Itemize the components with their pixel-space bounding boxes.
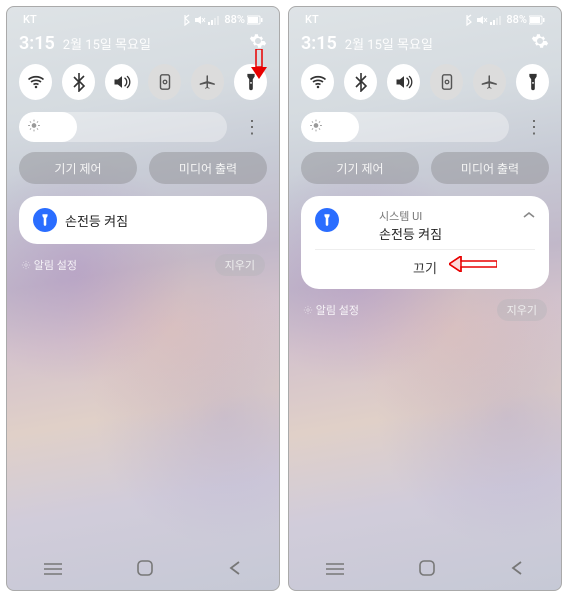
- notification-collapsed[interactable]: 손전등 켜짐: [19, 196, 267, 244]
- sound-toggle[interactable]: [387, 64, 420, 100]
- annotation-arrow-left: [449, 256, 497, 272]
- carrier-label: KT: [23, 13, 37, 26]
- bluetooth-toggle[interactable]: [62, 64, 95, 100]
- flashlight-notif-icon: [33, 208, 57, 232]
- wifi-icon: [26, 72, 46, 92]
- bluetooth-icon: [353, 72, 369, 92]
- notification-settings-button[interactable]: 알림 설정: [303, 302, 359, 318]
- notification-action-off[interactable]: 끄기: [315, 249, 535, 277]
- clock-time: 3:15: [19, 33, 55, 54]
- brightness-slider[interactable]: [19, 112, 227, 142]
- bluetooth-icon: [71, 72, 87, 92]
- rotate-lock-icon: [157, 73, 173, 91]
- clock-date: 2월 15일 목요일: [345, 34, 433, 53]
- flashlight-notif-icon: [315, 208, 339, 232]
- media-output-button[interactable]: 미디어 출력: [431, 152, 549, 184]
- portrait-toggle[interactable]: [148, 64, 181, 100]
- nav-back[interactable]: [510, 560, 524, 580]
- quick-toggles: [301, 64, 549, 100]
- nav-recents[interactable]: [326, 561, 344, 580]
- nav-bar: [7, 560, 279, 580]
- device-control-button[interactable]: 기기 제어: [301, 152, 419, 184]
- device-control-button[interactable]: 기기 제어: [19, 152, 137, 184]
- flashlight-toggle[interactable]: [516, 64, 549, 100]
- airplane-toggle[interactable]: [473, 64, 506, 100]
- brightness-slider[interactable]: [301, 112, 509, 142]
- bluetooth-toggle[interactable]: [344, 64, 377, 100]
- battery-percent: 88%: [506, 13, 527, 26]
- phone-right: KT 88% 3:15 2월 15일 목요일: [288, 6, 562, 591]
- brightness-row: ⋮: [301, 112, 549, 142]
- signal-icon: [208, 15, 222, 25]
- sound-toggle[interactable]: [105, 64, 138, 100]
- notification-app-name: 시스템 UI: [379, 208, 442, 224]
- clear-notifications-button[interactable]: 지우기: [215, 254, 265, 276]
- flashlight-icon: [526, 72, 540, 92]
- gear-small-icon: [21, 260, 31, 270]
- battery-percent: 88%: [224, 13, 245, 26]
- notification-title: 손전등 켜짐: [65, 211, 128, 230]
- status-bar: KT 88%: [301, 7, 549, 30]
- notification-footer: 알림 설정 지우기: [19, 254, 267, 282]
- control-pills: 기기 제어 미디어 출력: [19, 152, 267, 184]
- time-row: 3:15 2월 15일 목요일: [301, 30, 549, 64]
- airplane-icon: [481, 73, 499, 91]
- carrier-label: KT: [305, 13, 319, 26]
- clock-time: 3:15: [301, 33, 337, 54]
- clear-notifications-button[interactable]: 지우기: [497, 299, 547, 321]
- phone-left: KT 88% 3:15 2월 15일 목요일: [6, 6, 280, 591]
- portrait-toggle[interactable]: [430, 64, 463, 100]
- battery-icon: [529, 15, 545, 25]
- status-bar: KT 88%: [19, 7, 267, 30]
- flashlight-toggle[interactable]: [234, 64, 267, 100]
- gear-small-icon: [303, 305, 313, 315]
- settings-gear-button[interactable]: [249, 32, 267, 54]
- status-right: 88%: [182, 13, 263, 26]
- gear-icon: [249, 32, 267, 50]
- signal-icon: [490, 15, 504, 25]
- status-right: 88%: [464, 13, 545, 26]
- bluetooth-icon: [464, 14, 474, 26]
- notification-title: 손전등 켜짐: [379, 224, 442, 243]
- gear-icon: [531, 32, 549, 50]
- wifi-icon: [308, 72, 328, 92]
- quick-settings-more-button[interactable]: ⋮: [237, 117, 267, 138]
- sound-icon: [112, 73, 132, 91]
- notification-settings-button[interactable]: 알림 설정: [21, 257, 77, 273]
- wifi-toggle[interactable]: [301, 64, 334, 100]
- nav-home[interactable]: [419, 560, 435, 580]
- airplane-icon: [199, 73, 217, 91]
- notification-expanded[interactable]: 시스템 UI 손전등 켜짐 끄기: [301, 196, 549, 289]
- nav-recents[interactable]: [44, 561, 62, 580]
- volume-mute-icon: [476, 15, 488, 25]
- battery-icon: [247, 15, 263, 25]
- sound-icon: [394, 73, 414, 91]
- settings-gear-button[interactable]: [531, 32, 549, 54]
- control-pills: 기기 제어 미디어 출력: [301, 152, 549, 184]
- nav-bar: [289, 560, 561, 580]
- quick-toggles: [19, 64, 267, 100]
- notification-footer: 알림 설정 지우기: [301, 299, 549, 327]
- media-output-button[interactable]: 미디어 출력: [149, 152, 267, 184]
- collapse-caret-icon[interactable]: [523, 208, 535, 222]
- brightness-row: ⋮: [19, 112, 267, 142]
- brightness-sun-icon: [309, 118, 323, 137]
- quick-settings-more-button[interactable]: ⋮: [519, 117, 549, 138]
- brightness-sun-icon: [27, 118, 41, 137]
- flashlight-icon: [244, 72, 258, 92]
- nav-home[interactable]: [137, 560, 153, 580]
- wifi-toggle[interactable]: [19, 64, 52, 100]
- clock-date: 2월 15일 목요일: [63, 34, 151, 53]
- rotate-lock-icon: [439, 73, 455, 91]
- chevron-up-icon: [523, 211, 535, 219]
- airplane-toggle[interactable]: [191, 64, 224, 100]
- bluetooth-icon: [182, 14, 192, 26]
- time-row: 3:15 2월 15일 목요일: [19, 30, 267, 64]
- volume-mute-icon: [194, 15, 206, 25]
- nav-back[interactable]: [228, 560, 242, 580]
